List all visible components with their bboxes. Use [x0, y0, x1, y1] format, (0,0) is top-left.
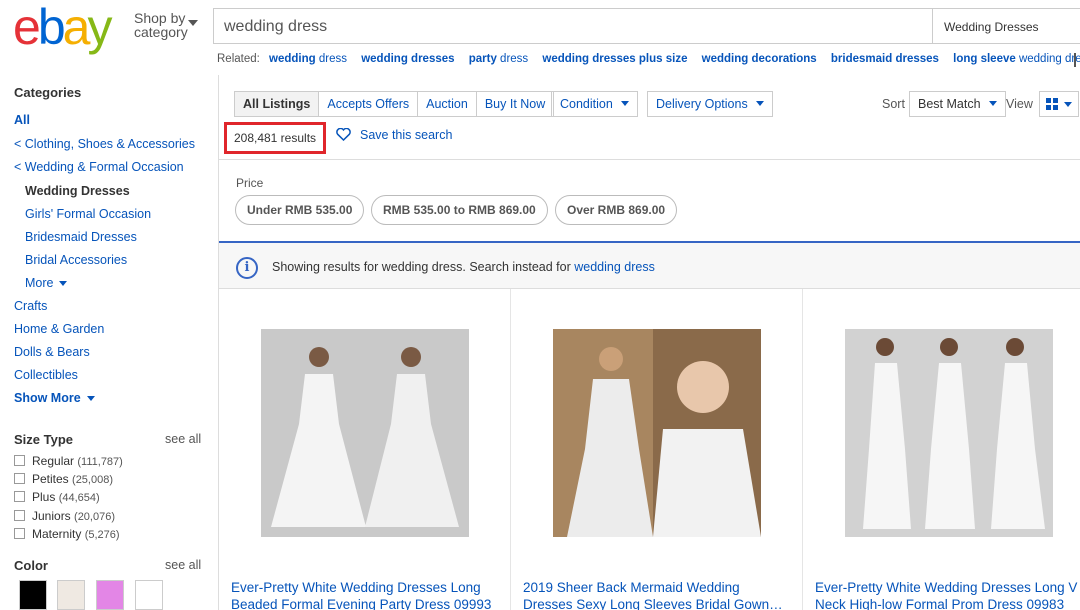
size-type-see-all[interactable]: see all	[165, 432, 201, 446]
tab-accepts-offers[interactable]: Accepts Offers	[319, 92, 419, 116]
size-option-petites[interactable]: Petites (25,008)	[14, 472, 113, 486]
size-option-regular[interactable]: Regular (111,787)	[14, 454, 123, 468]
chevron-down-icon	[59, 281, 68, 287]
dress-photo-icon	[845, 329, 1053, 537]
search-instead-link[interactable]: wedding dress	[574, 260, 655, 274]
related-link[interactable]: wedding dresses	[361, 53, 454, 65]
related-link[interactable]: wedding decorations	[702, 53, 817, 65]
info-icon: i	[236, 257, 258, 279]
listing-title[interactable]: Ever-Pretty White Wedding Dresses Long V…	[815, 579, 1080, 610]
checkbox[interactable]	[14, 528, 25, 539]
related-scroll-indicator[interactable]	[1074, 53, 1076, 67]
category-label: category	[134, 24, 188, 40]
dress-photo-icon	[261, 329, 469, 537]
related-link[interactable]: party dress	[469, 53, 528, 65]
checkbox[interactable]	[14, 491, 25, 502]
price-filter: Price Under RMB 535.00 RMB 535.00 to RMB…	[219, 159, 1080, 241]
search-input[interactable]: wedding dress	[213, 8, 933, 44]
listing-card[interactable]: Ever-Pretty White Wedding Dresses Long V…	[803, 289, 1080, 610]
category-wedding-formal[interactable]: < Wedding & Formal Occasion	[14, 160, 184, 174]
tab-buy-it-now[interactable]: Buy It Now	[477, 92, 553, 116]
related-link[interactable]: bridesmaid dresses	[831, 53, 939, 65]
price-pill-under[interactable]: Under RMB 535.00	[235, 195, 365, 225]
save-search-button[interactable]: Save this search	[336, 128, 452, 142]
color-see-all[interactable]: see all	[165, 558, 201, 572]
delivery-options-dropdown[interactable]: Delivery Options	[647, 91, 773, 117]
size-option-plus[interactable]: Plus (44,654)	[14, 490, 100, 504]
related-searches: Related: wedding dress wedding dresses p…	[217, 53, 1080, 65]
category-collectibles[interactable]: Collectibles	[14, 368, 78, 382]
category-more-button[interactable]: More	[25, 276, 68, 290]
grid-view-icon	[1046, 98, 1058, 110]
chevron-down-icon	[86, 396, 95, 402]
view-toggle-button[interactable]	[1039, 91, 1079, 117]
show-more-button[interactable]: Show More	[14, 391, 95, 405]
shop-by-label: Shop by	[134, 10, 186, 26]
listing-image[interactable]	[553, 329, 761, 537]
related-label: Related:	[217, 53, 260, 65]
category-select[interactable]: Wedding Dresses	[932, 8, 1080, 44]
search-input-value: wedding dress	[224, 18, 328, 35]
category-all[interactable]: All	[14, 113, 30, 127]
category-select-value: Wedding Dresses	[944, 20, 1039, 34]
chevron-down-icon	[620, 101, 629, 106]
related-link[interactable]: wedding dresses plus size	[542, 53, 687, 65]
price-pill-over[interactable]: Over RMB 869.00	[555, 195, 678, 225]
category-clothing[interactable]: < Clothing, Shoes & Accessories	[14, 137, 195, 151]
size-type-title: Size Type	[14, 432, 74, 447]
category-dolls-bears[interactable]: Dolls & Bears	[14, 345, 90, 359]
checkbox[interactable]	[14, 473, 25, 484]
tab-auction[interactable]: Auction	[418, 92, 477, 116]
results-count: 208,481 results	[224, 122, 326, 154]
category-home-garden[interactable]: Home & Garden	[14, 322, 104, 336]
listing-card[interactable]: Ever-Pretty White Wedding Dresses Long Be…	[219, 289, 511, 610]
condition-dropdown[interactable]: Condition	[551, 91, 638, 117]
price-label: Price	[236, 176, 264, 190]
dress-photo-icon	[553, 329, 761, 537]
listing-tabs: All Listings Accepts Offers Auction Buy …	[234, 91, 555, 117]
listing-card[interactable]: 2019 Sheer Back Mermaid Wedding Dresses S…	[511, 289, 803, 610]
sort-dropdown[interactable]: Best Match	[909, 91, 1006, 117]
results-main: All Listings Accepts Offers Auction Buy …	[218, 75, 1080, 610]
ebay-logo[interactable]: ebay	[13, 2, 112, 52]
checkbox[interactable]	[14, 455, 25, 466]
sort-label: Sort	[882, 97, 905, 111]
heart-icon	[336, 128, 351, 141]
related-link[interactable]: long sleeve wedding dress	[953, 53, 1080, 65]
tab-all-listings[interactable]: All Listings	[235, 92, 320, 116]
chevron-down-icon	[188, 20, 198, 26]
spelling-notice: i Showing results for wedding dress. Sea…	[219, 241, 1080, 289]
sidebar: Categories All < Clothing, Shoes & Acces…	[0, 75, 218, 610]
chevron-down-icon	[1064, 102, 1072, 107]
category-crafts[interactable]: Crafts	[14, 299, 47, 313]
color-swatch-white[interactable]	[135, 580, 163, 610]
notice-text: Showing results for wedding dress. Searc…	[272, 260, 655, 274]
categories-title: Categories	[14, 85, 82, 100]
checkbox[interactable]	[14, 510, 25, 521]
category-bridesmaid[interactable]: Bridesmaid Dresses	[25, 230, 137, 244]
size-option-maternity[interactable]: Maternity (5,276)	[14, 527, 120, 541]
listing-image[interactable]	[261, 329, 469, 537]
view-label: View	[1006, 97, 1033, 111]
listing-image[interactable]	[845, 329, 1053, 537]
color-title: Color	[14, 558, 48, 573]
color-swatch-beige[interactable]	[57, 580, 85, 610]
price-pill-range[interactable]: RMB 535.00 to RMB 869.00	[371, 195, 548, 225]
listing-title[interactable]: Ever-Pretty White Wedding Dresses Long Be…	[231, 579, 507, 610]
color-swatch-black[interactable]	[19, 580, 47, 610]
size-option-juniors[interactable]: Juniors (20,076)	[14, 509, 115, 523]
category-girls-formal[interactable]: Girls' Formal Occasion	[25, 207, 151, 221]
listing-title[interactable]: 2019 Sheer Back Mermaid Wedding Dresses S…	[523, 579, 799, 610]
category-current: Wedding Dresses	[25, 184, 130, 198]
related-link[interactable]: wedding dress	[269, 53, 347, 65]
chevron-down-icon	[988, 101, 997, 106]
shop-by-category-button[interactable]: Shop by category	[134, 10, 198, 40]
chevron-down-icon	[755, 101, 764, 106]
category-bridal-accessories[interactable]: Bridal Accessories	[25, 253, 127, 267]
color-swatch-pink[interactable]	[96, 580, 124, 610]
